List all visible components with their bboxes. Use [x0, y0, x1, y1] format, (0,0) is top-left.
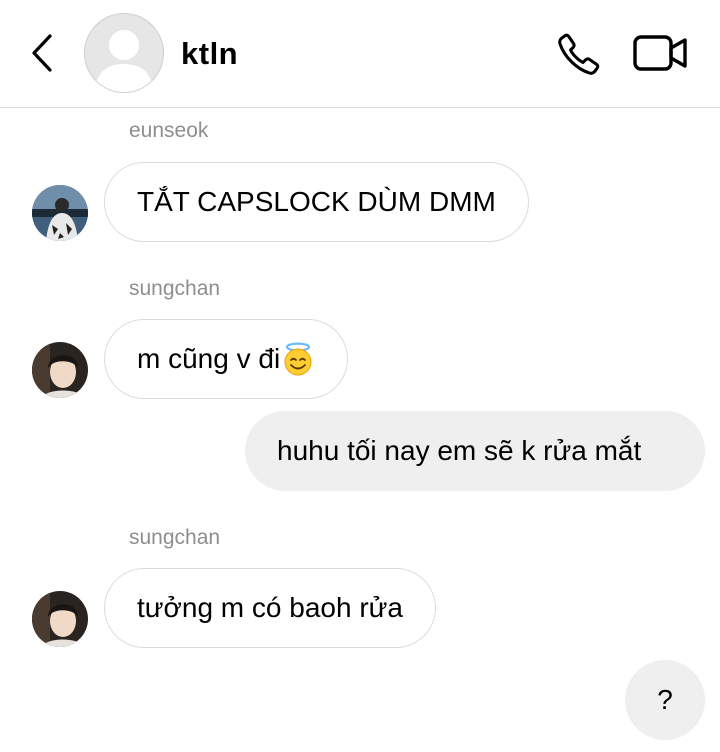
message-text: m cũng v đi — [137, 343, 281, 374]
sender-name: eunseok — [129, 119, 209, 142]
video-camera-icon — [633, 35, 687, 71]
chat-title[interactable]: ktln — [181, 34, 238, 74]
avatar-sungchan[interactable] — [32, 342, 88, 398]
message-text: TẮT CAPSLOCK DÙM DMM — [137, 186, 496, 217]
message-text: ? — [657, 684, 673, 715]
chevron-left-icon — [32, 34, 52, 72]
message-bubble[interactable]: m cũng v đi — [104, 319, 349, 399]
video-call-button[interactable] — [632, 33, 690, 73]
avatar-eunseok[interactable] — [32, 185, 88, 241]
back-button[interactable] — [24, 30, 60, 76]
message-bubble-outgoing[interactable]: huhu tối nay em sẽ k rửa mắt — [245, 411, 705, 491]
avatar-sungchan[interactable] — [32, 591, 88, 647]
phone-icon — [558, 33, 600, 75]
default-profile-icon — [94, 30, 154, 92]
sender-name: sungchan — [129, 526, 221, 549]
sender-name: sungchan — [129, 277, 221, 300]
chat-screen: ktln eunseok TẮT CAPSLOCK DÙM DMM sungch — [0, 0, 720, 752]
chat-header: ktln — [0, 0, 720, 108]
profile-photo — [32, 591, 88, 647]
header-avatar[interactable] — [84, 13, 164, 93]
message-bubble[interactable]: tưởng m có baoh rửa — [104, 568, 436, 648]
profile-photo — [32, 342, 88, 398]
message-text: tưởng m có baoh rửa — [137, 592, 403, 623]
message-bubble[interactable]: TẮT CAPSLOCK DÙM DMM — [104, 162, 529, 242]
profile-photo — [32, 185, 88, 241]
message-text: huhu tối nay em sẽ k rửa mắt — [277, 435, 642, 466]
smiling-face-with-halo-emoji — [284, 342, 312, 376]
voice-call-button[interactable] — [556, 31, 602, 77]
message-bubble-outgoing[interactable]: ? — [625, 660, 705, 740]
